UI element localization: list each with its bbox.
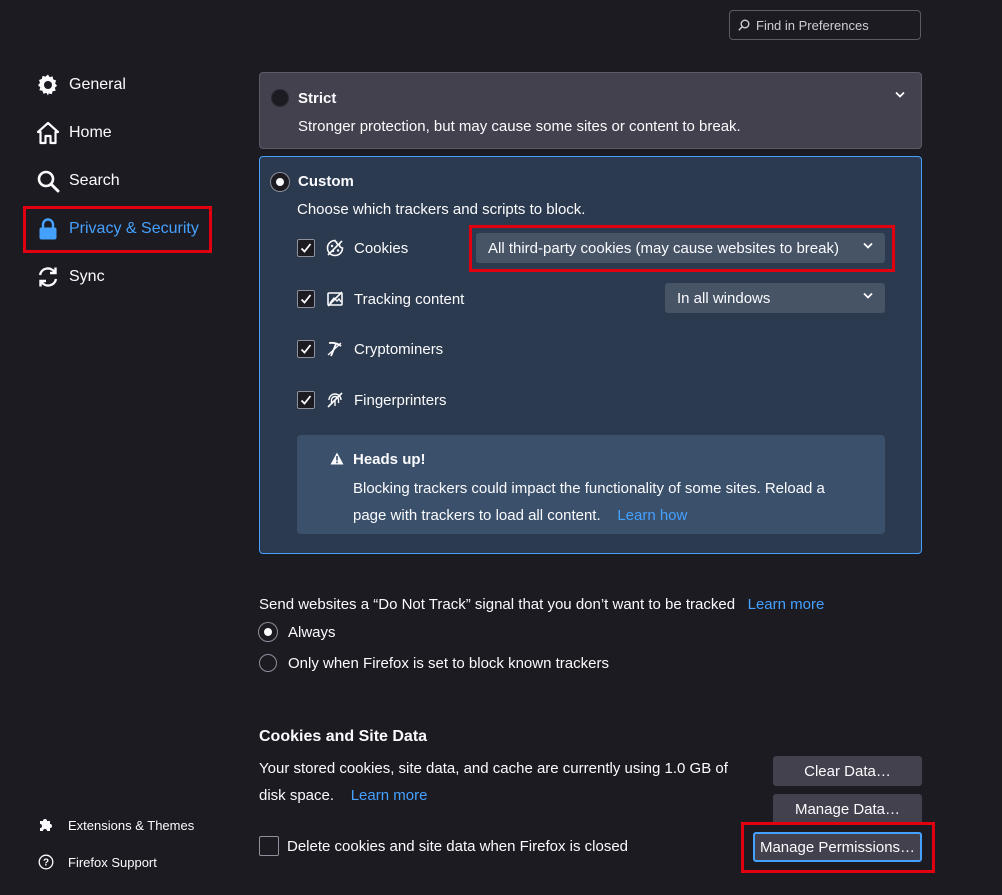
chevron-down-icon xyxy=(863,292,873,300)
cryptominers-label: Cryptominers xyxy=(354,340,444,358)
sidebar-item-label: Search xyxy=(69,172,120,189)
cryptominers-row: Cryptominers xyxy=(297,338,443,360)
always-label: Always xyxy=(288,623,336,641)
fingerprinters-row: Fingerprinters xyxy=(297,389,447,411)
only-when-radio[interactable] xyxy=(259,654,277,672)
cookies-section-title: Cookies and Site Data xyxy=(259,728,428,745)
strict-title: Strict xyxy=(298,90,337,107)
sidebar-footer-support[interactable]: ? Firefox Support xyxy=(38,852,157,872)
cookies-row: Cookies xyxy=(297,237,408,259)
puzzle-icon xyxy=(38,817,54,833)
cookies-checkbox[interactable] xyxy=(297,239,315,257)
magnifier-icon xyxy=(36,169,60,193)
search-icon xyxy=(738,19,750,31)
dnt-text-line: Send websites a “Do Not Track” signal th… xyxy=(259,596,824,613)
sidebar-item-home[interactable]: Home xyxy=(36,118,112,148)
sidebar-footer-extensions[interactable]: Extensions & Themes xyxy=(38,815,194,835)
gear-icon xyxy=(36,73,60,97)
dnt-learn-more-link[interactable]: Learn more xyxy=(748,596,825,613)
clear-data-button[interactable]: Clear Data… xyxy=(773,756,922,786)
cookies-section-text: Your stored cookies, site data, and cach… xyxy=(259,755,739,809)
fingerprinters-checkbox[interactable] xyxy=(297,391,315,409)
tracking-label: Tracking content xyxy=(354,290,465,308)
custom-protection-card[interactable]: Custom Choose which trackers and scripts… xyxy=(259,156,922,554)
fingerprinters-label: Fingerprinters xyxy=(354,391,447,409)
home-icon xyxy=(36,121,60,145)
cookies-label: Cookies xyxy=(354,239,409,257)
sidebar-item-label: Sync xyxy=(69,268,105,285)
dnt-option-only-when[interactable]: Only when Firefox is set to block known … xyxy=(259,654,609,672)
help-icon: ? xyxy=(38,854,54,870)
sidebar-item-label: General xyxy=(69,76,126,93)
cookies-usage-text: Your stored cookies, site data, and cach… xyxy=(259,760,728,804)
strict-protection-card[interactable]: Strict Stronger protection, but may caus… xyxy=(259,72,922,149)
lock-icon xyxy=(36,217,60,241)
strict-description: Stronger protection, but may cause some … xyxy=(298,118,741,135)
chevron-down-icon[interactable] xyxy=(895,91,905,99)
search-box[interactable] xyxy=(729,10,921,40)
always-radio[interactable] xyxy=(259,623,277,641)
custom-description: Choose which trackers and scripts to blo… xyxy=(297,201,586,218)
custom-radio[interactable] xyxy=(271,173,289,191)
warning-text: Blocking trackers could impact the funct… xyxy=(353,480,825,524)
heads-up-warning: Heads up! Blocking trackers could impact… xyxy=(297,435,885,534)
sidebar-footer-label: Firefox Support xyxy=(68,854,157,870)
cookies-dropdown[interactable]: All third-party cookies (may cause websi… xyxy=(476,233,885,263)
cookies-dropdown-value: All third-party cookies (may cause websi… xyxy=(488,239,839,257)
tracking-content-icon xyxy=(326,290,344,308)
cookie-icon xyxy=(326,239,344,257)
learn-how-link[interactable]: Learn how xyxy=(617,507,687,524)
strict-radio[interactable] xyxy=(271,89,289,107)
cryptominers-checkbox[interactable] xyxy=(297,340,315,358)
sidebar-item-general[interactable]: General xyxy=(36,70,126,100)
fingerprint-icon xyxy=(326,391,344,409)
tracking-checkbox[interactable] xyxy=(297,290,315,308)
manage-permissions-button[interactable]: Manage Permissions… xyxy=(753,832,922,862)
tracking-dropdown-value: In all windows xyxy=(677,289,771,307)
cryptominer-icon xyxy=(326,340,344,358)
warning-body: Blocking trackers could impact the funct… xyxy=(353,475,853,529)
delete-cookies-checkbox[interactable] xyxy=(259,836,279,856)
chevron-down-icon xyxy=(863,242,873,250)
warning-icon xyxy=(330,452,344,465)
sidebar-item-search[interactable]: Search xyxy=(36,166,120,196)
sidebar-item-sync[interactable]: Sync xyxy=(36,262,105,292)
only-when-label: Only when Firefox is set to block known … xyxy=(288,654,609,672)
sidebar-item-privacy-security[interactable]: Privacy & Security xyxy=(36,214,199,244)
cookies-learn-more-link[interactable]: Learn more xyxy=(351,787,428,804)
sidebar-footer-label: Extensions & Themes xyxy=(68,817,195,833)
svg-text:?: ? xyxy=(43,858,49,869)
dnt-description: Send websites a “Do Not Track” signal th… xyxy=(259,596,736,613)
warning-title: Heads up! xyxy=(353,451,426,468)
manage-data-button[interactable]: Manage Data… xyxy=(773,794,922,824)
sync-icon xyxy=(36,265,60,289)
dnt-option-always[interactable]: Always xyxy=(259,623,336,641)
tracking-dropdown[interactable]: In all windows xyxy=(665,283,885,313)
sidebar-item-label: Home xyxy=(69,124,112,141)
search-input[interactable] xyxy=(756,11,916,39)
delete-cookies-label: Delete cookies and site data when Firefo… xyxy=(287,837,629,855)
tracking-row: Tracking content xyxy=(297,288,464,310)
sidebar-item-label: Privacy & Security xyxy=(69,220,199,237)
custom-title: Custom xyxy=(298,173,354,190)
delete-cookies-option[interactable]: Delete cookies and site data when Firefo… xyxy=(259,836,628,856)
